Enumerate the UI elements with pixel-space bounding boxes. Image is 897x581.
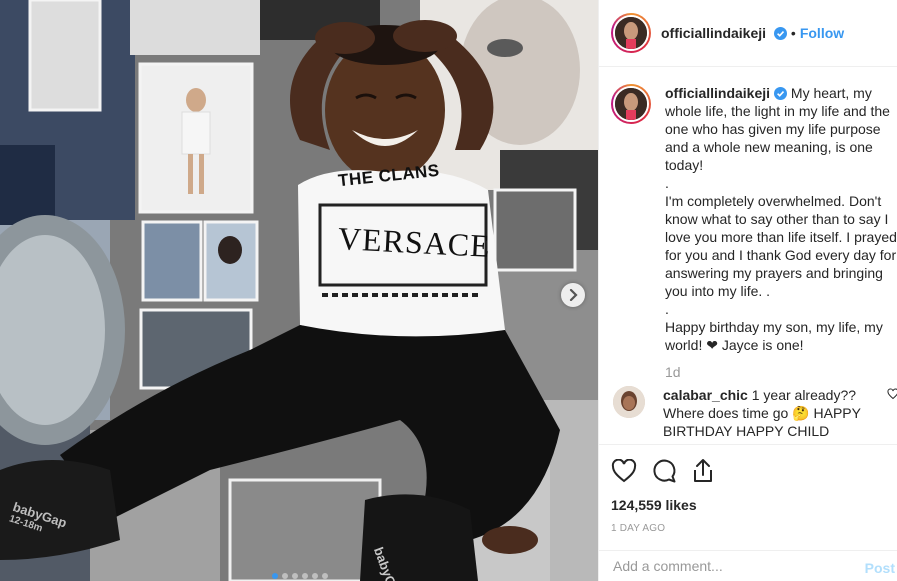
post-header: officiallindaikeji • Follow	[599, 0, 897, 67]
carousel-dot	[292, 573, 298, 579]
comment-button[interactable]	[651, 458, 677, 484]
carousel-next-button[interactable]	[561, 283, 585, 307]
instagram-post: THE CLANS VERSACE babyGap 12-18m babyGap	[0, 0, 897, 581]
comment-item: calabar_chic 1 year already?? Where does…	[611, 386, 897, 440]
post-media[interactable]: THE CLANS VERSACE babyGap 12-18m babyGap	[0, 0, 598, 581]
commenter-avatar-image	[613, 386, 645, 418]
post-comment-button[interactable]: Post	[865, 560, 895, 576]
author-avatar-image	[615, 17, 647, 49]
caption-username[interactable]: officiallindaikeji	[665, 85, 770, 101]
carousel-dots	[272, 573, 328, 579]
heart-icon	[611, 459, 637, 483]
child-photo-subject	[0, 20, 560, 581]
add-comment-bar: Post	[599, 550, 897, 581]
caption-body: My heart, my whole life, the light in my…	[665, 85, 897, 353]
follow-button[interactable]: Follow	[800, 25, 844, 41]
caption-text: officiallindaikeji My heart, my whole li…	[665, 84, 897, 354]
author-avatar[interactable]	[611, 13, 651, 53]
share-icon	[694, 459, 712, 482]
shirt-print-line2: VERSACE	[337, 220, 492, 264]
comment-icon	[653, 459, 676, 483]
verified-badge-icon	[774, 87, 788, 100]
caption-author-avatar[interactable]	[611, 84, 651, 124]
share-button[interactable]	[691, 458, 715, 484]
header-separator: •	[790, 25, 796, 41]
like-button[interactable]	[611, 459, 637, 483]
carousel-dot	[312, 573, 318, 579]
commenter-avatar[interactable]	[613, 386, 645, 418]
post-side-panel: officiallindaikeji • Follow officiallind…	[598, 0, 897, 581]
carousel-dot	[322, 573, 328, 579]
post-actions: 124,559 likes 1 DAY AGO	[599, 444, 897, 534]
carousel-dot	[282, 573, 288, 579]
comment-text: calabar_chic 1 year already?? Where does…	[663, 386, 868, 440]
chevron-right-icon	[569, 289, 578, 301]
commenter-username[interactable]: calabar_chic	[663, 387, 748, 403]
author-username-text[interactable]: officiallindaikeji	[661, 25, 766, 41]
carousel-dot	[302, 573, 308, 579]
add-comment-input[interactable]	[613, 558, 863, 574]
post-date[interactable]: 1 DAY AGO	[611, 523, 885, 534]
comments-list[interactable]: officiallindaikeji My heart, my whole li…	[599, 68, 897, 444]
comment-like-heart-icon[interactable]	[887, 388, 897, 400]
verified-badge-icon	[773, 27, 787, 40]
action-icons	[611, 457, 885, 485]
caption-time[interactable]: 1d	[665, 364, 897, 380]
caption: officiallindaikeji My heart, my whole li…	[611, 84, 897, 354]
like-count[interactable]: 124,559 likes	[611, 497, 885, 513]
carousel-dot	[272, 573, 278, 579]
caption-avatar-image	[615, 88, 647, 120]
author-username[interactable]: officiallindaikeji	[661, 25, 787, 41]
